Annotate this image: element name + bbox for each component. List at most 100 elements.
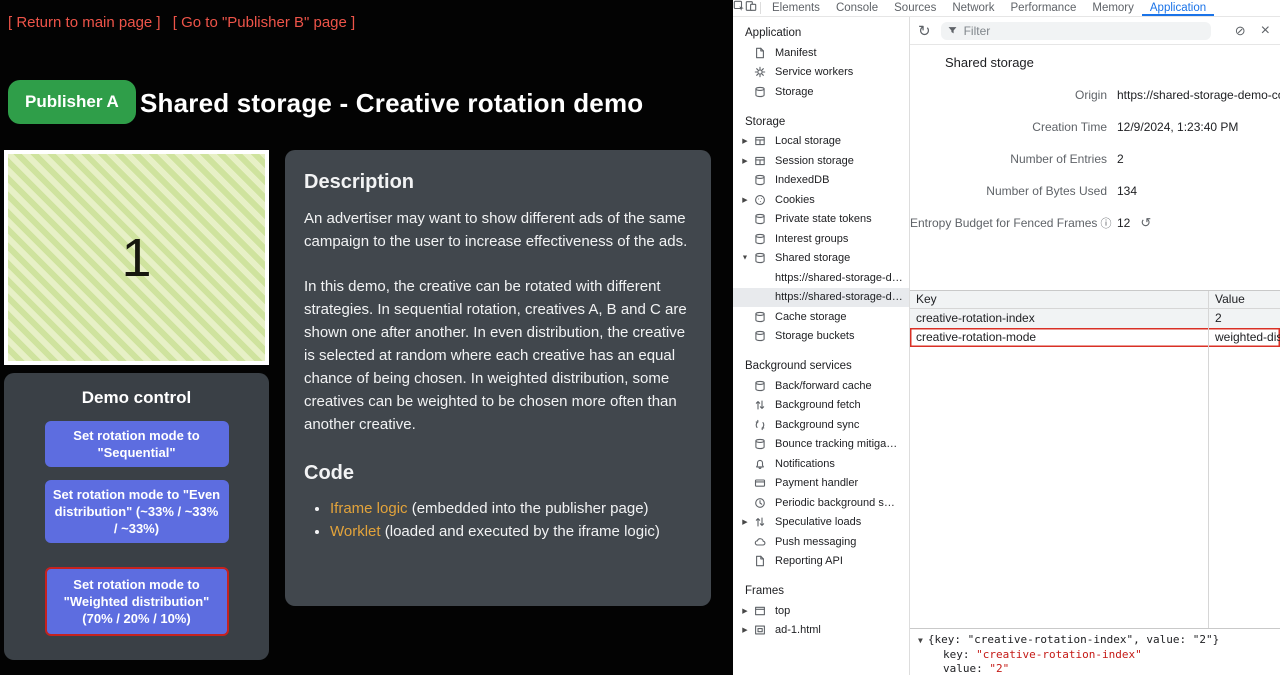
table-row[interactable]: creative-rotation-mode weighted-dist [910, 328, 1280, 347]
sidebar-item-reporting-api[interactable]: Reporting API [733, 552, 909, 572]
sidebar-section-background-services: Background services [733, 356, 909, 376]
tab-network[interactable]: Network [944, 0, 1002, 16]
rotation-even-button[interactable]: Set rotation mode to "Even distribution"… [45, 480, 229, 543]
document-icon [754, 47, 766, 59]
sidebar-item-speculative-loads[interactable]: ▶ Speculative loads [733, 513, 909, 533]
shared-storage-title: Shared storage [945, 55, 1034, 70]
tab-memory[interactable]: Memory [1084, 0, 1142, 16]
refresh-icon[interactable]: ↻ [918, 22, 931, 40]
sidebar-item-frame-top[interactable]: ▶ top [733, 601, 909, 621]
list-item: Worklet (loaded and executed by the ifra… [330, 520, 665, 543]
sidebar-item-shared-storage[interactable]: ▼ Shared storage [733, 249, 909, 269]
sidebar-item-cookies[interactable]: ▶ Cookies [733, 190, 909, 210]
tab-elements[interactable]: Elements [764, 0, 828, 16]
sidebar-item-background-sync[interactable]: Background sync [733, 415, 909, 435]
column-header-key[interactable]: Key [910, 291, 1208, 308]
sidebar-item-frame-ad-1[interactable]: ▶ ad-1.html [733, 621, 909, 641]
report-value: 12 ↺ [1107, 215, 1280, 231]
rotation-sequential-button[interactable]: Set rotation mode to "Sequential" [45, 421, 229, 467]
chevron-right-icon[interactable]: ▶ [740, 607, 750, 615]
storage-toolbar: ↻ ⊘ × [910, 17, 1280, 45]
inspect-icon[interactable] [733, 0, 745, 12]
sidebar-item-manifest[interactable]: Manifest [733, 43, 909, 63]
publisher-badge: Publisher A [8, 80, 136, 124]
close-icon[interactable]: × [1261, 22, 1270, 40]
reset-entropy-icon[interactable]: ↺ [1140, 215, 1151, 231]
chevron-right-icon[interactable]: ▶ [740, 626, 750, 634]
chevron-down-icon[interactable]: ▼ [740, 255, 750, 262]
sidebar-item-shared-storage-origin-2[interactable]: https://shared-storage-d… [733, 288, 909, 308]
publisher-b-link[interactable]: [ Go to "Publisher B" page ] [173, 14, 355, 31]
sidebar-item-payment-handler[interactable]: Payment handler [733, 474, 909, 494]
top-nav: [ Return to main page ] [ Go to "Publish… [8, 14, 363, 31]
database-icon [754, 213, 766, 225]
document-icon [754, 555, 766, 567]
clear-all-icon[interactable]: ⊘ [1235, 23, 1246, 39]
sidebar-item-local-storage[interactable]: ▶ Local storage [733, 132, 909, 152]
worklet-link[interactable]: Worklet [330, 523, 381, 540]
chevron-right-icon[interactable]: ▶ [740, 196, 750, 204]
tab-console[interactable]: Console [828, 0, 886, 16]
tab-performance[interactable]: Performance [1003, 0, 1085, 16]
sidebar-item-background-fetch[interactable]: Background fetch [733, 396, 909, 416]
chevron-down-icon[interactable]: ▼ [918, 636, 923, 645]
sidebar-item-label: Cookies [775, 194, 815, 206]
gear-icon [754, 66, 766, 78]
return-main-link[interactable]: [ Return to main page ] [8, 14, 161, 31]
filter-box[interactable] [941, 22, 1211, 40]
filter-input[interactable] [964, 24, 1205, 38]
column-header-value[interactable]: Value [1208, 291, 1280, 308]
report-label: Entropy Budget for Fenced Framesⓘ [910, 215, 1107, 231]
report-label-text: Entropy Budget for Fenced Frames [910, 216, 1097, 230]
storage-items-table: Key Value creative-rotation-index 2 crea… [910, 290, 1280, 628]
device-toolbar-icon[interactable] [745, 0, 757, 12]
code-heading: Code [304, 462, 692, 485]
sidebar-item-label: Storage [775, 86, 814, 98]
devtools-panel: Elements Console Sources Network Perform… [733, 0, 1280, 675]
sidebar-item-label: Shared storage [775, 252, 850, 264]
description-paragraph-1: An advertiser may want to show different… [304, 207, 692, 253]
iframe-logic-link[interactable]: Iframe logic [330, 500, 408, 517]
rotation-weighted-button[interactable]: Set rotation mode to "Weighted distribut… [45, 567, 229, 636]
shared-storage-report: Origin https://shared-storage-demo-co Cr… [910, 79, 1280, 239]
database-icon [754, 86, 766, 98]
sidebar-item-push-messaging[interactable]: Push messaging [733, 532, 909, 552]
sidebar-item-label: Cache storage [775, 311, 847, 323]
sidebar-item-session-storage[interactable]: ▶ Session storage [733, 151, 909, 171]
sidebar-item-label: Service workers [775, 66, 853, 78]
sidebar-item-label: ad-1.html [775, 624, 821, 636]
sidebar-item-private-state-tokens[interactable]: Private state tokens [733, 210, 909, 230]
preview-summary-line: ▼ {key: "creative-rotation-index", value:… [918, 633, 1280, 648]
column-divider[interactable] [1208, 291, 1209, 628]
sidebar-item-service-workers[interactable]: Service workers [733, 63, 909, 83]
screenshot-stage: [ Return to main page ] [ Go to "Publish… [0, 0, 1280, 675]
tab-sources[interactable]: Sources [886, 0, 944, 16]
sidebar-item-notifications[interactable]: Notifications [733, 454, 909, 474]
preview-value-label: value: [943, 662, 989, 675]
list-item-text: (embedded into the publisher page) [408, 500, 649, 517]
sidebar-item-indexeddb[interactable]: IndexedDB [733, 171, 909, 191]
sidebar-item-label: Interest groups [775, 233, 848, 245]
table-row[interactable]: creative-rotation-index 2 [910, 309, 1280, 328]
sidebar-item-back-forward-cache[interactable]: Back/forward cache [733, 376, 909, 396]
chevron-right-icon[interactable]: ▶ [740, 157, 750, 165]
report-value-text: 134 [1117, 184, 1137, 198]
database-icon [754, 438, 766, 450]
report-value-text: 12 [1117, 216, 1130, 230]
sidebar-item-cache-storage[interactable]: Cache storage [733, 307, 909, 327]
chevron-right-icon[interactable]: ▶ [740, 518, 750, 526]
sidebar-item-shared-storage-origin-1[interactable]: https://shared-storage-d… [733, 268, 909, 288]
sidebar-item-interest-groups[interactable]: Interest groups [733, 229, 909, 249]
tab-application[interactable]: Application [1142, 0, 1214, 16]
report-value-text: https://shared-storage-demo-co [1117, 88, 1280, 102]
sync-icon [754, 419, 766, 431]
sidebar-item-periodic-background-sync[interactable]: Periodic background s… [733, 493, 909, 513]
sidebar-item-storage-buckets[interactable]: Storage buckets [733, 327, 909, 347]
preview-key-label: key: [943, 648, 976, 661]
sidebar-item-storage[interactable]: Storage [733, 82, 909, 102]
sidebar-item-bounce-tracking[interactable]: Bounce tracking mitiga… [733, 435, 909, 455]
chevron-right-icon[interactable]: ▶ [740, 137, 750, 145]
ad-creative-frame[interactable]: 1 [4, 150, 269, 365]
preview-summary: {key: "creative-rotation-index", value: … [928, 633, 1219, 646]
table-cell-key: creative-rotation-index [910, 309, 1208, 328]
